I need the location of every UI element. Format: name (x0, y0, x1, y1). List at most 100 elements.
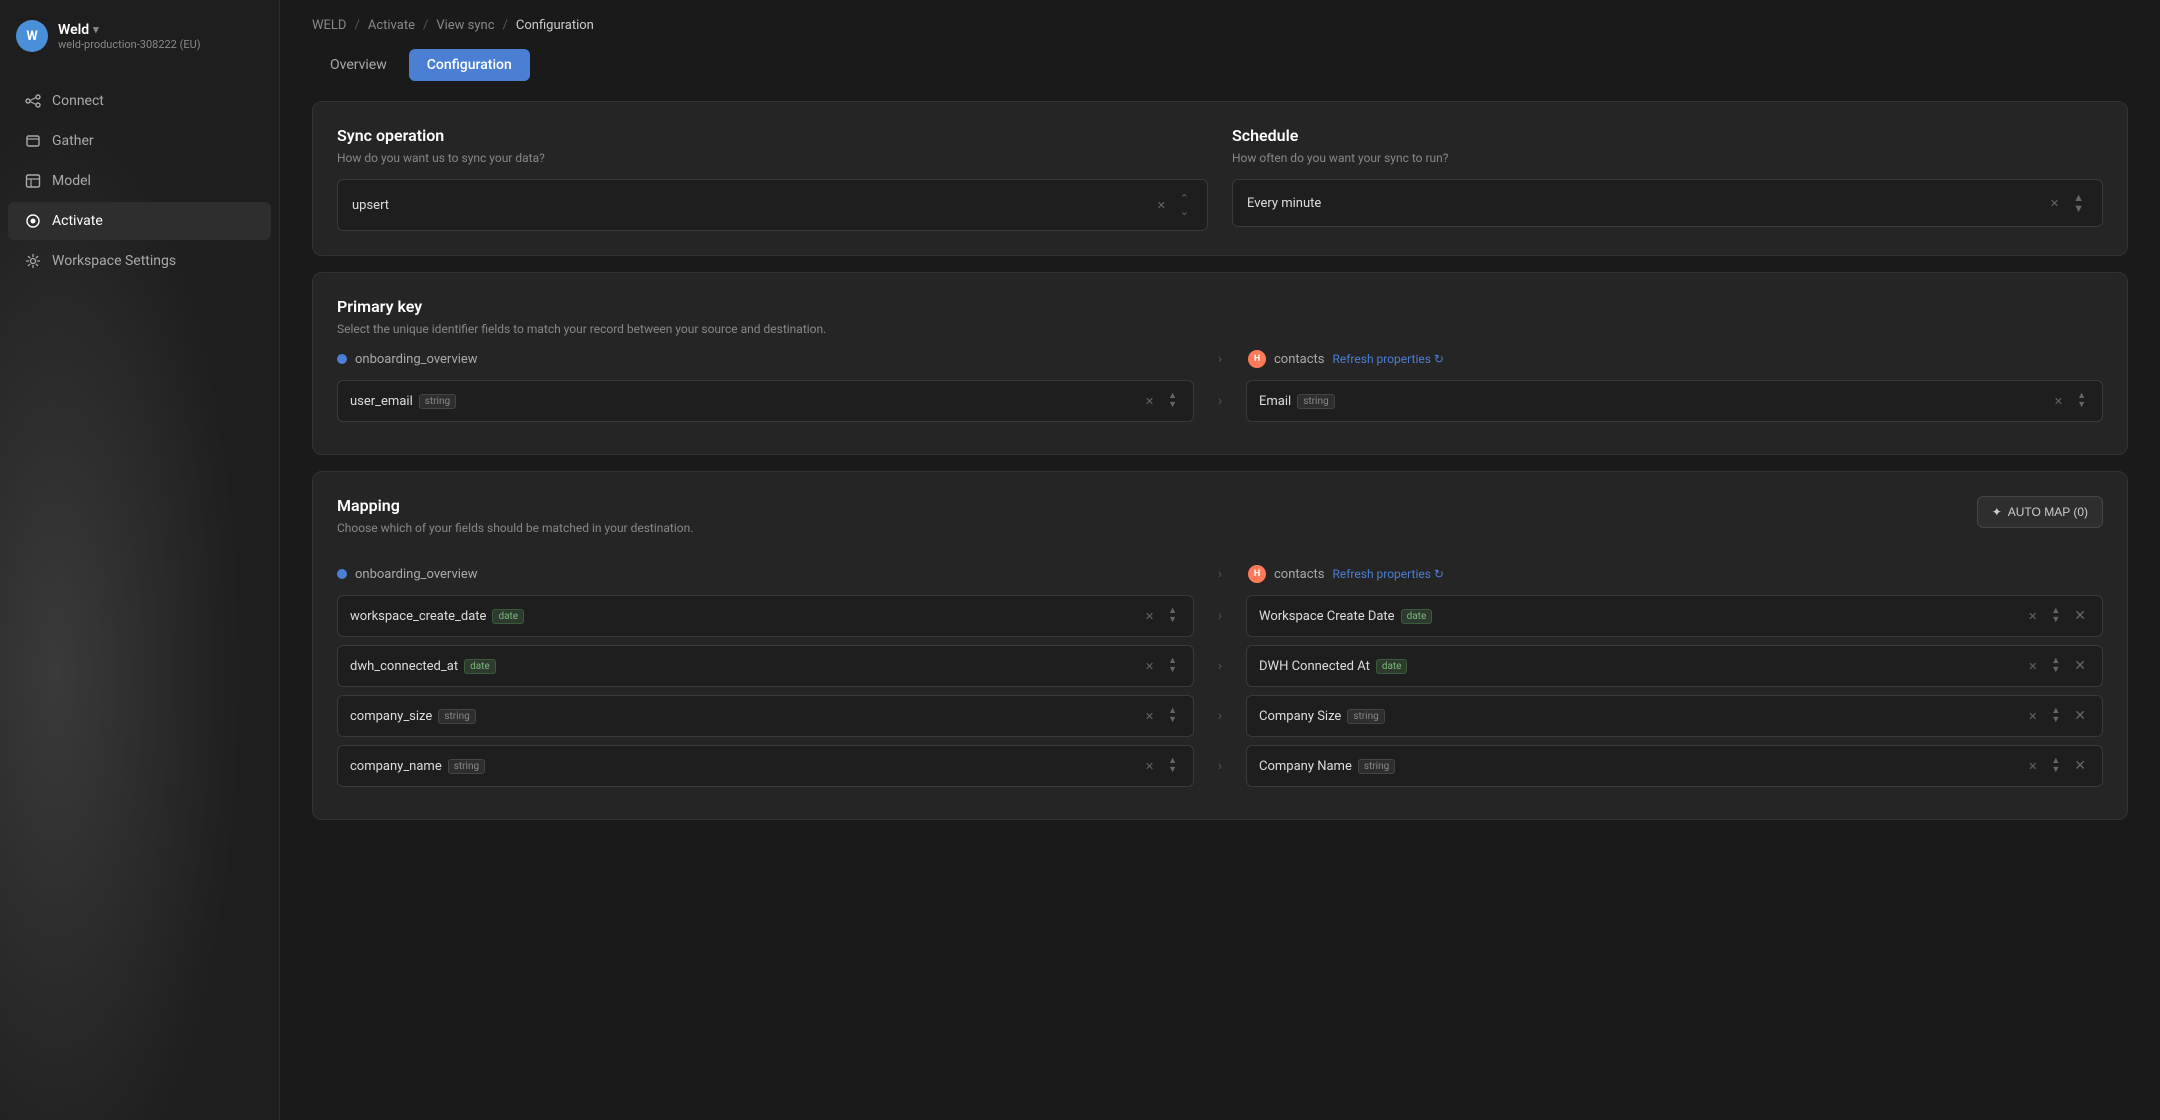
pk-source-field[interactable]: user_email string ✕ ▲▼ (337, 380, 1194, 422)
auto-map-button[interactable]: ✦ AUTO MAP (0) (1977, 496, 2103, 528)
mapping-src-clear-1[interactable]: ✕ (1141, 658, 1158, 675)
breadcrumb-configuration: Configuration (516, 18, 594, 33)
mapping-src-arrows-3[interactable]: ▲▼ (1164, 755, 1181, 777)
hubspot-icon: H (1248, 350, 1266, 368)
pk-dest-type-badge: string (1297, 394, 1334, 409)
mapping-card: Mapping Choose which of your fields shou… (312, 471, 2128, 820)
pk-dest-clear[interactable]: ✕ (2050, 393, 2067, 410)
source-dot (337, 354, 347, 364)
mapping-dest-arrows-3[interactable]: ▲▼ (2047, 755, 2064, 777)
sidebar-item-model[interactable]: Model (8, 162, 271, 200)
sync-operation-section: Sync operation How do you want us to syn… (337, 126, 1208, 231)
schedule-subtitle: How often do you want your sync to run? (1232, 151, 2103, 165)
sync-operation-clear[interactable]: ✕ (1153, 197, 1170, 214)
mapping-title: Mapping (337, 496, 693, 515)
sidebar-item-gather-label: Gather (52, 133, 94, 149)
pk-refresh-link[interactable]: Refresh properties ↻ (1333, 352, 1444, 366)
nav-items: Connect Gather Model (0, 72, 279, 290)
sync-operation-chevron[interactable]: ⌃⌄ (1176, 190, 1193, 220)
pk-refresh-label: Refresh properties (1333, 352, 1431, 366)
mapping-subtitle: Choose which of your fields should be ma… (337, 521, 693, 535)
mapping-row: company_name string ✕ ▲▼ › Company Name … (337, 745, 2103, 787)
mapping-source-label: onboarding_overview (355, 567, 478, 582)
schedule-value: Every minute (1247, 196, 1321, 211)
breadcrumb-weld[interactable]: WELD (312, 18, 346, 33)
mapping-arrow: › (1218, 566, 1222, 582)
mapping-row-delete-0[interactable]: ✕ (2070, 606, 2090, 626)
mapping-src-field-3[interactable]: company_name string ✕ ▲▼ (337, 745, 1194, 787)
mapping-src-clear-3[interactable]: ✕ (1141, 758, 1158, 775)
mapping-dest-clear-1[interactable]: ✕ (2024, 658, 2041, 675)
sidebar-item-gather[interactable]: Gather (8, 122, 271, 160)
mapping-dest-clear-3[interactable]: ✕ (2024, 758, 2041, 775)
sync-operation-controls: ✕ ⌃⌄ (1153, 190, 1193, 220)
pk-dest-controls: ✕ ▲▼ (2050, 390, 2090, 412)
pk-source-type-badge: string (419, 394, 456, 409)
sidebar-item-connect[interactable]: Connect (8, 82, 271, 120)
mapping-row-delete-2[interactable]: ✕ (2070, 706, 2090, 726)
mapping-dest-label: contacts (1274, 567, 1325, 582)
mapping-src-clear-0[interactable]: ✕ (1141, 608, 1158, 625)
mapping-row: company_size string ✕ ▲▼ › Company Size … (337, 695, 2103, 737)
pk-dest-arrows[interactable]: ▲▼ (2073, 390, 2090, 412)
pk-dest-label: contacts (1274, 352, 1325, 367)
pk-source-dest-row: onboarding_overview › H contacts Refresh… (337, 350, 2103, 368)
mapping-src-clear-2[interactable]: ✕ (1141, 708, 1158, 725)
sidebar-item-activate[interactable]: Activate (8, 202, 271, 240)
mapping-row: dwh_connected_at date ✕ ▲▼ › DWH Connect… (337, 645, 2103, 687)
tab-overview[interactable]: Overview (312, 49, 405, 81)
workspace-avatar: W (16, 20, 48, 52)
mapping-dest-field-1[interactable]: DWH Connected At date ✕ ▲▼ ✕ (1246, 645, 2103, 687)
primary-key-card: Primary key Select the unique identifier… (312, 272, 2128, 455)
auto-map-icon: ✦ (1992, 505, 2002, 519)
mapping-dest-clear-0[interactable]: ✕ (2024, 608, 2041, 625)
mapping-dest-arrows-0[interactable]: ▲▼ (2047, 605, 2064, 627)
sync-operation-select[interactable]: upsert ✕ ⌃⌄ (337, 179, 1208, 231)
gather-icon (24, 132, 42, 150)
mapping-src-arrows-1[interactable]: ▲▼ (1164, 655, 1181, 677)
schedule-clear[interactable]: ✕ (2046, 195, 2063, 212)
pk-field-row: user_email string ✕ ▲▼ › Email string (337, 380, 2103, 422)
sidebar-item-model-label: Model (52, 173, 91, 189)
mapping-source-dest-row: onboarding_overview › H contacts Refresh… (337, 565, 2103, 583)
mapping-row-arrow-1: › (1218, 658, 1222, 674)
pk-arrow: › (1218, 351, 1222, 367)
pk-dest-field[interactable]: Email string ✕ ▲▼ (1246, 380, 2103, 422)
schedule-chevron[interactable]: ▲▼ (2069, 190, 2088, 216)
breadcrumb-sep-3: / (503, 18, 508, 33)
pk-source-clear[interactable]: ✕ (1141, 393, 1158, 410)
content-area: Sync operation How do you want us to syn… (280, 81, 2160, 1120)
mapping-src-field-2[interactable]: company_size string ✕ ▲▼ (337, 695, 1194, 737)
sync-operation-title: Sync operation (337, 126, 1208, 145)
sidebar-item-workspace-settings[interactable]: Workspace Settings (8, 242, 271, 280)
mapping-src-arrows-0[interactable]: ▲▼ (1164, 605, 1181, 627)
mapping-row: workspace_create_date date ✕ ▲▼ › Worksp… (337, 595, 2103, 637)
mapping-refresh-label: Refresh properties (1333, 567, 1431, 581)
settings-icon (24, 252, 42, 270)
breadcrumb-view-sync[interactable]: View sync (436, 18, 494, 33)
pk-field-arrow: › (1218, 393, 1222, 409)
mapping-refresh-link[interactable]: Refresh properties ↻ (1333, 567, 1444, 581)
primary-key-title: Primary key (337, 297, 2103, 316)
mapping-dest-arrows-2[interactable]: ▲▼ (2047, 705, 2064, 727)
mapping-row-delete-3[interactable]: ✕ (2070, 756, 2090, 776)
mapping-dest-field-0[interactable]: Workspace Create Date date ✕ ▲▼ ✕ (1246, 595, 2103, 637)
mapping-header: Mapping Choose which of your fields shou… (337, 496, 2103, 549)
sync-schedule-card: Sync operation How do you want us to syn… (312, 101, 2128, 256)
breadcrumb-activate[interactable]: Activate (368, 18, 415, 33)
mapping-src-arrows-2[interactable]: ▲▼ (1164, 705, 1181, 727)
mapping-dest-field-3[interactable]: Company Name string ✕ ▲▼ ✕ (1246, 745, 2103, 787)
model-icon (24, 172, 42, 190)
auto-map-label: AUTO MAP (0) (2008, 505, 2088, 519)
mapping-dest-arrows-1[interactable]: ▲▼ (2047, 655, 2064, 677)
workspace-header[interactable]: W Weld ▾ weld-production-308222 (EU) (0, 0, 279, 72)
tab-configuration[interactable]: Configuration (409, 49, 530, 81)
schedule-select[interactable]: Every minute ✕ ▲▼ (1232, 179, 2103, 227)
pk-source-arrows[interactable]: ▲▼ (1164, 390, 1181, 412)
mapping-row-delete-1[interactable]: ✕ (2070, 656, 2090, 676)
mapping-dest-clear-2[interactable]: ✕ (2024, 708, 2041, 725)
mapping-src-field-1[interactable]: dwh_connected_at date ✕ ▲▼ (337, 645, 1194, 687)
mapping-dest-field-2[interactable]: Company Size string ✕ ▲▼ ✕ (1246, 695, 2103, 737)
sidebar-item-activate-label: Activate (52, 213, 103, 229)
mapping-src-field-0[interactable]: workspace_create_date date ✕ ▲▼ (337, 595, 1194, 637)
